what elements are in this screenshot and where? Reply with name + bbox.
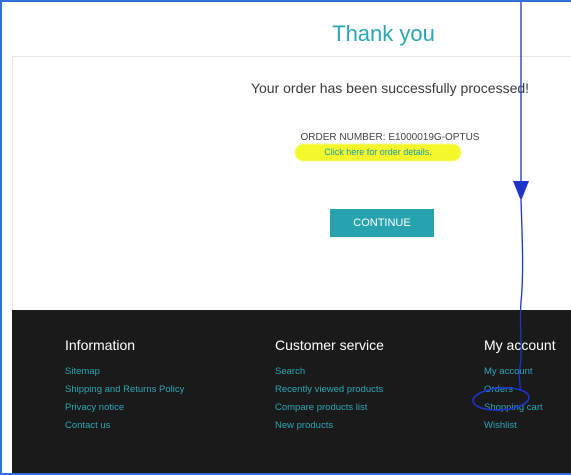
order-number-value: E1000019G-OPTUS: [388, 132, 480, 143]
success-message: Your order has been successfully process…: [250, 80, 530, 96]
footer-my-account: My account My account Orders Shopping ca…: [484, 337, 556, 438]
footer-link-orders[interactable]: Orders: [484, 384, 556, 395]
footer-information-heading: Information: [65, 337, 136, 353]
footer-link-new-products[interactable]: New products: [275, 420, 384, 431]
footer-customer-service: Customer service Search Recently viewed …: [275, 337, 384, 438]
page-header: Thank you: [12, 2, 571, 57]
continue-button[interactable]: CONTINUE: [330, 209, 434, 237]
order-number-label: ORDER NUMBER:: [300, 132, 386, 143]
order-confirmation-panel: Your order has been successfully process…: [12, 56, 571, 310]
footer-link-compare-products[interactable]: Compare products list: [275, 402, 384, 413]
footer-link-shopping-cart[interactable]: Shopping cart: [484, 402, 556, 413]
footer-link-search[interactable]: Search: [275, 366, 384, 377]
browser-viewport: Thank you Your order has been successful…: [0, 0, 571, 475]
order-details-link[interactable]: Click here for order details.: [295, 146, 461, 158]
footer-link-sitemap[interactable]: Sitemap: [65, 366, 184, 377]
footer-link-wishlist[interactable]: Wishlist: [484, 420, 556, 431]
footer: Information Sitemap Shipping and Returns…: [12, 310, 571, 473]
order-number: ORDER NUMBER: E1000019G-OPTUS: [13, 132, 571, 144]
footer-customer-service-heading: Customer service: [275, 337, 384, 353]
footer-link-privacy-notice[interactable]: Privacy notice: [65, 402, 184, 413]
footer-information: Information Sitemap Shipping and Returns…: [65, 337, 184, 438]
footer-link-contact-us[interactable]: Contact us: [65, 420, 184, 431]
footer-link-recently-viewed[interactable]: Recently viewed products: [275, 384, 384, 395]
footer-my-account-heading: My account: [484, 337, 556, 353]
footer-link-shipping-returns[interactable]: Shipping and Returns Policy: [65, 384, 184, 395]
page-title: Thank you: [332, 21, 435, 46]
footer-link-my-account[interactable]: My account: [484, 366, 556, 377]
